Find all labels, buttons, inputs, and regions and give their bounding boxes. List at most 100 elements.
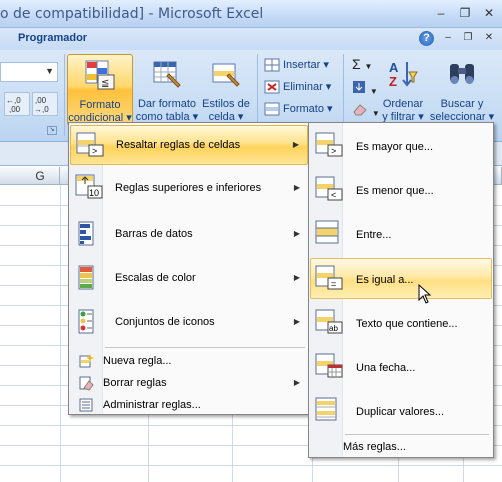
number-group-launcher[interactable]: ↘	[47, 126, 57, 135]
cell-styles-icon	[212, 63, 240, 87]
ribbon-minimize-button[interactable]: –	[440, 31, 456, 46]
tab-programador[interactable]: Programador	[18, 32, 87, 44]
submenu-item-label: Es menor que...	[356, 185, 434, 197]
menu-item-label: Reglas superiores e inferiores	[115, 182, 262, 194]
delete-cells-icon	[264, 80, 280, 94]
format-cells-icon	[264, 102, 280, 116]
ribbon-close-button[interactable]: ✕	[481, 31, 497, 46]
submenu-item-more-rules[interactable]: Más reglas...	[310, 437, 492, 457]
data-bars-icon	[78, 221, 94, 246]
grid-line	[60, 185, 61, 482]
clear-rules-icon	[79, 376, 94, 391]
sort-filter-button[interactable]: A Z Ordenar y filtrar ▾	[376, 54, 430, 126]
submenu-item-label: Entre...	[356, 229, 392, 241]
chevron-down-icon: ▼	[45, 66, 54, 76]
manage-rules-icon	[79, 398, 93, 412]
submenu-item-label: Es igual a...	[356, 274, 414, 286]
svg-text:>: >	[331, 146, 336, 156]
menu-item-new-rule[interactable]: Nueva regla...	[70, 351, 308, 371]
sort-filter-label-1: Ordenar	[382, 98, 424, 110]
submenu-item-date[interactable]: Una fecha...	[310, 347, 492, 387]
format-as-table-button[interactable]: Dar formato como tabla ▾	[135, 54, 199, 126]
submenu-item-equal-to[interactable]: = Es igual a...	[310, 258, 492, 299]
icon-sets-icon	[78, 309, 94, 334]
help-icon[interactable]: ?	[419, 31, 434, 46]
svg-text:,00: ,00	[35, 96, 47, 105]
format-cells-button[interactable]: Formato ▾	[264, 102, 333, 122]
equal-to-icon: =	[315, 265, 343, 290]
close-button[interactable]: ✕	[478, 6, 500, 22]
find-select-label-1: Buscar y	[440, 98, 484, 110]
fill-button[interactable]: ▼	[352, 80, 378, 100]
window-title: o de compatibilidad] - Microsoft Excel	[0, 6, 264, 22]
cell-styles-label-1: Estilos de	[202, 98, 250, 110]
between-icon	[315, 220, 339, 244]
delete-button[interactable]: Eliminar ▾	[264, 80, 331, 100]
increase-decimal-icon: ←,0,00	[6, 96, 21, 114]
submenu-item-label: Texto que contiene...	[356, 318, 458, 330]
submenu-arrow-icon: ▶	[293, 378, 300, 387]
number-format-combo[interactable]: ▼	[0, 62, 58, 82]
ribbon-tab-row: Programador ? – ❐ ✕	[0, 28, 502, 50]
insert-button[interactable]: Insertar ▾	[264, 58, 329, 78]
restore-button[interactable]: ❐	[454, 6, 476, 22]
svg-text:←,0: ←,0	[6, 96, 21, 105]
svg-text:A: A	[389, 60, 399, 75]
binoculars-icon	[450, 64, 474, 84]
grid-line	[0, 465, 502, 466]
submenu-item-greater-than[interactable]: > Es mayor que...	[310, 126, 492, 166]
menu-item-label: Borrar reglas	[103, 377, 167, 389]
submenu-item-between[interactable]: Entre...	[310, 214, 492, 254]
submenu-item-duplicate-values[interactable]: Duplicar valores...	[310, 391, 492, 431]
menu-separator	[105, 347, 305, 348]
decrease-decimal-button[interactable]: ,00 →,0	[32, 92, 58, 116]
minimize-button[interactable]: –	[430, 6, 452, 22]
svg-text:≦: ≦	[101, 78, 109, 89]
insert-cells-icon	[264, 58, 280, 72]
svg-text:>: >	[92, 146, 97, 156]
submenu-item-less-than[interactable]: < Es menor que...	[310, 170, 492, 210]
format-as-table-label-1: Dar formato	[137, 98, 197, 110]
submenu-arrow-icon: ▶	[293, 229, 300, 238]
duplicate-values-icon	[315, 397, 337, 421]
svg-text:,00: ,00	[9, 105, 21, 114]
sort-filter-icon: A Z	[389, 60, 418, 89]
menu-item-label: Nueva regla...	[103, 355, 172, 367]
conditional-format-menu: > Resaltar reglas de celdas ▶ 10 Reglas …	[68, 122, 310, 415]
eraser-icon	[353, 104, 367, 116]
submenu-item-label: Más reglas...	[343, 441, 406, 453]
title-bar: o de compatibilidad] - Microsoft Excel –…	[0, 0, 502, 28]
cell-styles-button[interactable]: Estilos de celda ▾	[199, 54, 253, 126]
ribbon-restore-button[interactable]: ❐	[460, 31, 476, 46]
fill-down-icon	[353, 81, 365, 93]
submenu-item-label: Una fecha...	[356, 362, 416, 374]
conditional-format-button[interactable]: ≦ Formato condicional ▾	[67, 54, 133, 126]
svg-text:→,0: →,0	[34, 105, 49, 114]
sigma-icon: Σ	[352, 56, 361, 72]
menu-item-manage-rules[interactable]: Administrar reglas...	[70, 395, 308, 415]
column-header-g-label: G	[35, 169, 45, 183]
menu-item-color-scales[interactable]: Escalas de color ▶	[70, 259, 308, 299]
menu-item-top-bottom-rules[interactable]: 10 Reglas superiores e inferiores ▶	[70, 169, 308, 209]
submenu-item-label: Es mayor que...	[356, 141, 434, 153]
menu-item-clear-rules[interactable]: Borrar reglas ▶	[70, 373, 308, 393]
mouse-pointer-icon	[418, 284, 432, 304]
menu-item-data-bars[interactable]: Barras de datos ▶	[70, 215, 308, 255]
conditional-format-label-1: Formato	[79, 99, 121, 111]
format-label: Formato ▾	[283, 103, 333, 115]
svg-text:=: =	[331, 279, 336, 289]
find-select-button[interactable]: Buscar y seleccionar ▾	[428, 54, 496, 126]
autosum-button[interactable]: Σ ▼	[352, 56, 372, 76]
svg-text:10: 10	[89, 188, 99, 198]
format-as-table-icon	[153, 61, 181, 88]
highlight-cells-rules-icon: >	[76, 132, 104, 157]
increase-decimal-button[interactable]: ←,0,00	[4, 92, 30, 116]
submenu-item-text-contains[interactable]: ab Texto que contiene...	[310, 303, 492, 343]
menu-item-highlight-cell-rules[interactable]: > Resaltar reglas de celdas ▶	[70, 125, 308, 165]
color-scales-icon	[78, 265, 94, 290]
menu-item-icon-sets[interactable]: Conjuntos de iconos ▶	[70, 303, 308, 343]
submenu-arrow-icon: ▶	[292, 140, 299, 149]
highlight-cells-submenu: > Es mayor que... < Es menor que... Entr…	[308, 122, 494, 458]
insert-label: Insertar ▾	[283, 59, 329, 71]
submenu-item-label: Duplicar valores...	[356, 406, 445, 418]
